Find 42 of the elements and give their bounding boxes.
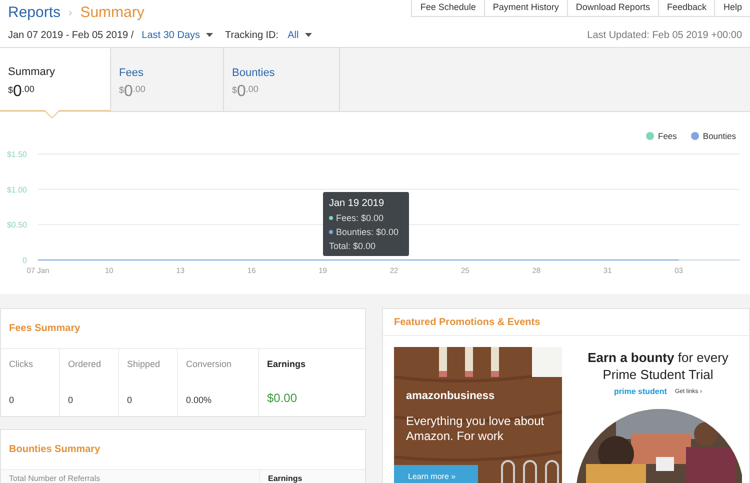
legend-label: Bounties [702,130,736,143]
legend-label: Fees [658,130,677,143]
tracking-id-dropdown[interactable]: Tracking ID: All [225,28,312,42]
period-dropdown[interactable]: Last 30 Days [142,28,214,42]
column-header: Earnings [268,474,302,483]
last-updated: Last Updated: Feb 05 2019 +00:00 [587,28,742,42]
column-header: Ordered [68,358,102,371]
table-cell-text: 0.00% [186,394,213,406]
tooltip-value: Fees: $0.00 [336,212,384,225]
y-axis-label: $0.50 [6,220,27,230]
caret-icon [206,33,214,37]
column-header: Shipped [127,358,162,371]
tooltip-title: Jan 19 2019 [329,197,386,211]
section-title: Bounties Summary [9,443,100,457]
table-cell-text: $0.00 [267,390,298,407]
top-link[interactable]: Help [714,0,750,17]
date-range: Jan 07 2019 - Feb 05 2019 / [8,28,134,42]
top-link[interactable]: Download Reports [566,0,658,17]
table-cell-text: 0 [68,394,74,406]
table-cell-text: 0 [127,394,134,406]
section-title: Featured Promotions & Events [394,316,540,330]
column-header: Total Number of Referrals [9,474,100,483]
caret-icon [304,33,312,37]
tooltip-total: Total: $0.00 [329,240,377,253]
y-axis-label: 0 [22,256,27,265]
column-header: Clicks [9,358,34,371]
y-axis-label: $1.50 [6,150,27,159]
breadcrumb-separator: › [68,6,72,21]
y-axis-label: $1.00 [6,185,27,194]
top-link[interactable]: Feedback [658,0,714,17]
brand-logo: prime student [614,386,667,398]
tooltip-value: Bounties: $0.00 [336,226,399,239]
section-title: Fees Summary [9,322,80,336]
column-header: Conversion [186,358,233,371]
top-link[interactable]: Payment History [484,0,567,17]
top-link[interactable]: Fee Schedule [411,0,484,17]
breadcrumb-link[interactable]: Reports [8,2,61,24]
banner-text: Everything you love about Amazon. For work [406,414,546,444]
brand-logo: amazonbusiness [406,389,495,404]
table-cell-text: 0 [9,394,16,406]
column-header: Earnings [267,358,307,371]
banner-headline: Earn a bounty for every Prime Student Trial [586,349,730,383]
